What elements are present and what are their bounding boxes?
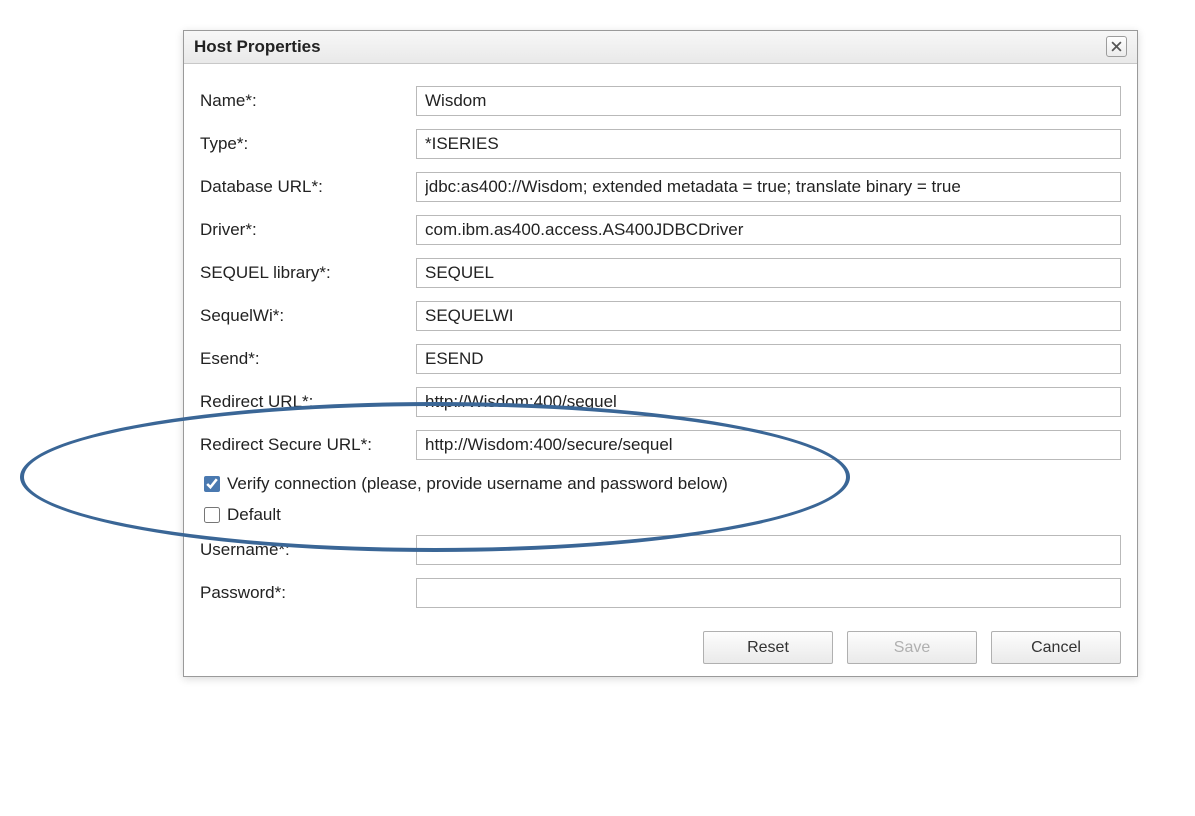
close-button[interactable] — [1106, 36, 1127, 57]
label-sequellib: SEQUEL library*: — [200, 263, 416, 283]
label-sequelwi: SequelWi*: — [200, 306, 416, 326]
host-properties-dialog: Host Properties Name*: Type*: Database U… — [183, 30, 1138, 677]
name-input[interactable] — [416, 86, 1121, 116]
row-dburl: Database URL*: — [200, 172, 1121, 202]
dialog-titlebar: Host Properties — [184, 31, 1137, 64]
row-default: Default — [200, 504, 1121, 526]
type-input[interactable] — [416, 129, 1121, 159]
verify-label[interactable]: Verify connection (please, provide usern… — [227, 474, 728, 494]
row-username: Username*: — [200, 535, 1121, 565]
dialog-body: Name*: Type*: Database URL*: Driver*: SE… — [184, 64, 1137, 676]
password-input[interactable] — [416, 578, 1121, 608]
row-password: Password*: — [200, 578, 1121, 608]
sequel-library-input[interactable] — [416, 258, 1121, 288]
row-esend: Esend*: — [200, 344, 1121, 374]
row-redirectsec: Redirect Secure URL*: — [200, 430, 1121, 460]
esend-input[interactable] — [416, 344, 1121, 374]
row-driver: Driver*: — [200, 215, 1121, 245]
label-username: Username*: — [200, 540, 416, 560]
label-type: Type*: — [200, 134, 416, 154]
label-name: Name*: — [200, 91, 416, 111]
label-esend: Esend*: — [200, 349, 416, 369]
save-button[interactable]: Save — [847, 631, 977, 664]
redirect-secure-url-input[interactable] — [416, 430, 1121, 460]
sequelwi-input[interactable] — [416, 301, 1121, 331]
reset-button[interactable]: Reset — [703, 631, 833, 664]
default-checkbox[interactable] — [204, 507, 220, 523]
row-verify: Verify connection (please, provide usern… — [200, 473, 1121, 495]
row-type: Type*: — [200, 129, 1121, 159]
label-redirectsec: Redirect Secure URL*: — [200, 435, 416, 455]
username-input[interactable] — [416, 535, 1121, 565]
redirect-url-input[interactable] — [416, 387, 1121, 417]
label-password: Password*: — [200, 583, 416, 603]
database-url-input[interactable] — [416, 172, 1121, 202]
label-redirect: Redirect URL*: — [200, 392, 416, 412]
dialog-title: Host Properties — [194, 37, 321, 57]
cancel-button[interactable]: Cancel — [991, 631, 1121, 664]
row-sequellib: SEQUEL library*: — [200, 258, 1121, 288]
verify-checkbox[interactable] — [204, 476, 220, 492]
driver-input[interactable] — [416, 215, 1121, 245]
button-bar: Reset Save Cancel — [200, 621, 1121, 664]
close-icon — [1111, 41, 1122, 52]
row-redirect: Redirect URL*: — [200, 387, 1121, 417]
label-driver: Driver*: — [200, 220, 416, 240]
row-sequelwi: SequelWi*: — [200, 301, 1121, 331]
default-label[interactable]: Default — [227, 505, 281, 525]
label-dburl: Database URL*: — [200, 177, 416, 197]
row-name: Name*: — [200, 86, 1121, 116]
